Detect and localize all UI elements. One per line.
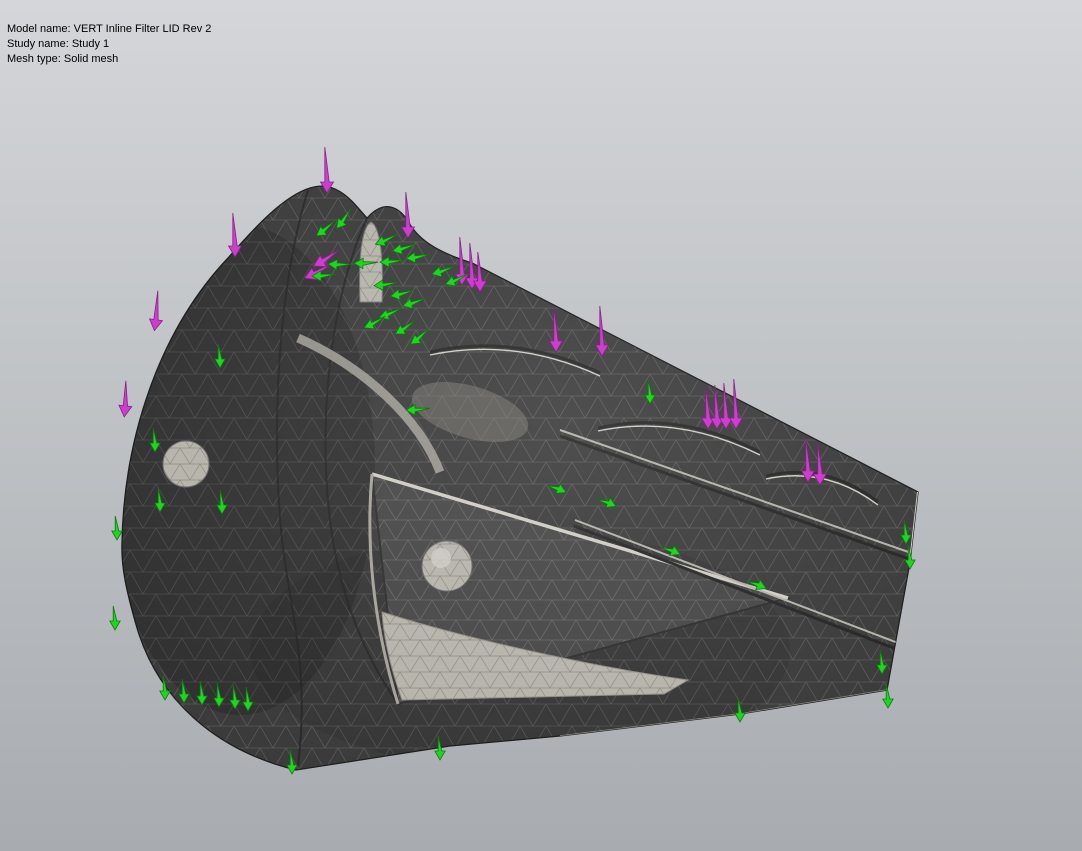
model-surface-details: [105, 186, 918, 770]
study-info-overlay: Model name: VERT Inline Filter LID Rev 2…: [7, 22, 211, 67]
study-name-label: Study name: Study 1: [7, 37, 211, 52]
lighting-sheen: [122, 186, 918, 770]
mesh-type-label: Mesh type: Solid mesh: [7, 52, 211, 67]
viewport-canvas[interactable]: [0, 0, 1082, 851]
restraint-arrow: [110, 606, 120, 630]
model-name-label: Model name: VERT Inline Filter LID Rev 2: [7, 22, 211, 37]
restraint-arrow: [112, 516, 122, 540]
load-arrow: [148, 290, 166, 331]
load-arrow: [118, 380, 135, 417]
